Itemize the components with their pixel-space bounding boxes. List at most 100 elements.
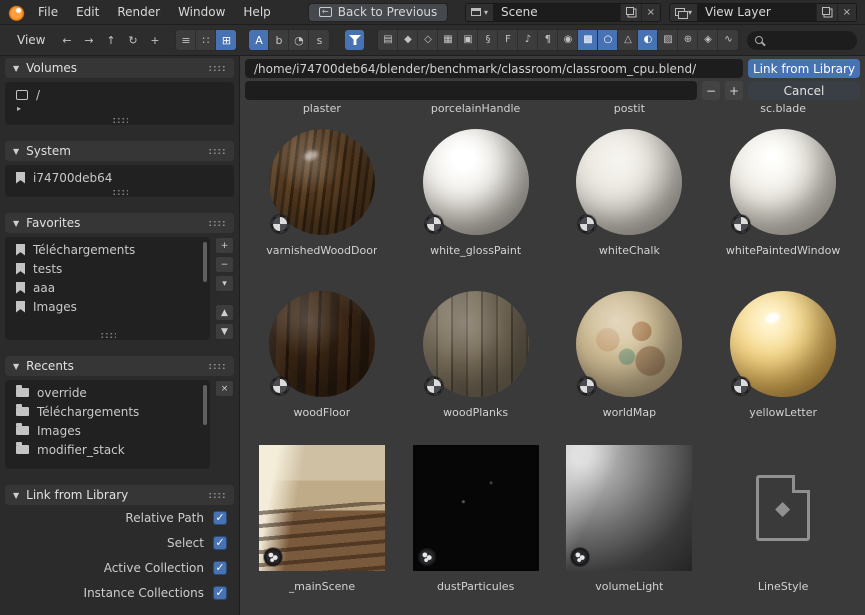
remove-favorite-button[interactable]: − [215, 256, 234, 273]
list-item[interactable]: i74700deb64 [7, 168, 232, 187]
link-from-library-button[interactable]: Link from Library [748, 59, 860, 78]
list-item[interactable]: Téléchargements [7, 402, 208, 421]
panel-collapse-icon[interactable]: ▼ [13, 219, 19, 228]
select-checkbox[interactable]: ✓ [213, 536, 227, 550]
file-item[interactable]: woodFloor [245, 291, 399, 420]
panel-collapse-icon[interactable]: ▼ [13, 64, 19, 73]
list-item[interactable]: modifier_stack [7, 440, 208, 459]
unlink-scene-button[interactable]: × [641, 4, 660, 21]
list-item[interactable]: tests [7, 259, 208, 278]
increment-filename-button[interactable]: + [725, 81, 743, 100]
panel-grip-icon[interactable] [208, 492, 226, 499]
list-resize-grip-icon[interactable] [112, 189, 128, 195]
system-panel-header[interactable]: ▼ System [5, 141, 234, 161]
list-resize-grip-icon[interactable] [112, 117, 128, 123]
file-item[interactable]: whitePaintedWindow [706, 129, 860, 258]
filter-script-icon[interactable]: § [478, 30, 498, 50]
display-list-horizontal-icon[interactable]: ∷ [196, 30, 216, 50]
filter-backup-icon[interactable]: ◇ [418, 30, 438, 50]
filter-blend-icon[interactable]: ◆ [398, 30, 418, 50]
menu-help[interactable]: Help [234, 2, 279, 22]
new-view-layer-button[interactable] [816, 4, 837, 21]
display-thumbnails-icon[interactable]: ⊞ [216, 30, 236, 50]
list-item[interactable]: override [7, 383, 208, 402]
sort-time-icon[interactable]: ◔ [289, 30, 309, 50]
filter-image-icon[interactable]: ▦ [438, 30, 458, 50]
list-item[interactable]: aaa [7, 278, 208, 297]
filter-scene-icon[interactable]: ▩ [578, 30, 598, 50]
scene-name-field[interactable]: Scene [493, 4, 620, 21]
file-item-label[interactable]: porcelainHandle [399, 102, 553, 116]
file-item[interactable]: _mainScene [245, 445, 399, 594]
list-item[interactable]: Images [7, 297, 208, 316]
file-item[interactable]: whiteChalk [553, 129, 707, 258]
file-item[interactable]: worldMap [553, 291, 707, 420]
sort-size-icon[interactable]: s [309, 30, 329, 50]
favorites-panel-header[interactable]: ▼ Favorites [5, 213, 234, 233]
add-favorite-button[interactable]: + [215, 237, 234, 254]
panel-collapse-icon[interactable]: ▼ [13, 147, 19, 156]
filter-linestyle-icon[interactable]: ∿ [718, 30, 738, 50]
refresh-icon[interactable]: ↻ [123, 30, 142, 50]
move-down-button[interactable]: ▼ [215, 323, 234, 340]
panel-grip-icon[interactable] [208, 363, 226, 370]
link-options-panel-header[interactable]: ▼ Link from Library [5, 485, 234, 505]
path-input[interactable] [245, 59, 743, 78]
filter-font-icon[interactable]: F [498, 30, 518, 50]
file-item-label[interactable]: postit [553, 102, 707, 116]
filter-text-icon[interactable]: ¶ [538, 30, 558, 50]
create-directory-button[interactable]: + [145, 30, 164, 50]
panel-grip-icon[interactable] [208, 65, 226, 72]
menu-file[interactable]: File [29, 2, 67, 22]
filter-world-icon[interactable]: ⊕ [678, 30, 698, 50]
filter-sound-icon[interactable]: ♪ [518, 30, 538, 50]
list-item[interactable]: Images [7, 421, 208, 440]
filename-input[interactable] [245, 81, 697, 100]
file-item-label[interactable]: plaster [245, 102, 399, 116]
filter-movie-icon[interactable]: ▣ [458, 30, 478, 50]
clear-recents-button[interactable]: × [215, 380, 234, 397]
new-scene-button[interactable] [620, 4, 641, 21]
panel-collapse-icon[interactable]: ▼ [13, 491, 19, 500]
file-item[interactable]: varnishedWoodDoor [245, 129, 399, 258]
menu-window[interactable]: Window [169, 2, 234, 22]
list-scrollbar[interactable] [203, 385, 207, 425]
list-resize-grip-icon[interactable] [100, 332, 116, 338]
remove-view-layer-button[interactable]: × [837, 4, 856, 21]
list-item[interactable]: Téléchargements [7, 240, 208, 259]
filter-material-icon[interactable]: ◐ [638, 30, 658, 50]
file-item[interactable]: volumeLight [553, 445, 707, 594]
nav-forward-icon[interactable]: → [79, 30, 98, 50]
display-list-vertical-icon[interactable]: ≡ [176, 30, 196, 50]
instance-collections-checkbox[interactable]: ✓ [213, 586, 227, 600]
blender-logo-icon[interactable] [8, 4, 25, 21]
view-layer-name-field[interactable]: View Layer [697, 4, 816, 21]
filter-mesh-icon[interactable]: △ [618, 30, 638, 50]
panel-collapse-icon[interactable]: ▼ [13, 362, 19, 371]
decrement-filename-button[interactable]: − [702, 81, 720, 100]
active-collection-checkbox[interactable]: ✓ [213, 561, 227, 575]
cancel-button[interactable]: Cancel [748, 81, 860, 100]
sort-alphabetical-icon[interactable]: A [249, 30, 269, 50]
filter-collection-icon[interactable]: ◈ [698, 30, 718, 50]
filter-object-icon[interactable]: ○ [598, 30, 618, 50]
filter-volume-icon[interactable]: ◉ [558, 30, 578, 50]
file-item[interactable]: LineStyle [706, 445, 860, 594]
favorites-menu-button[interactable]: ▾ [215, 275, 234, 292]
back-to-previous-button[interactable]: ← Back to Previous [308, 3, 449, 22]
nav-back-icon[interactable]: ← [57, 30, 76, 50]
menu-edit[interactable]: Edit [67, 2, 108, 22]
list-item[interactable]: / [7, 85, 232, 104]
filter-texture-icon[interactable]: ▨ [658, 30, 678, 50]
file-item[interactable]: woodPlanks [399, 291, 553, 420]
nav-parent-icon[interactable]: ↑ [101, 30, 120, 50]
panel-grip-icon[interactable] [208, 220, 226, 227]
volumes-panel-header[interactable]: ▼ Volumes [5, 58, 234, 78]
panel-grip-icon[interactable] [208, 148, 226, 155]
sort-extension-icon[interactable]: b [269, 30, 289, 50]
file-item[interactable]: white_glossPaint [399, 129, 553, 258]
file-item[interactable]: yellowLetter [706, 291, 860, 420]
menu-render[interactable]: Render [108, 2, 169, 22]
filter-toggle-button[interactable] [345, 30, 364, 50]
relative-path-checkbox[interactable]: ✓ [213, 511, 227, 525]
